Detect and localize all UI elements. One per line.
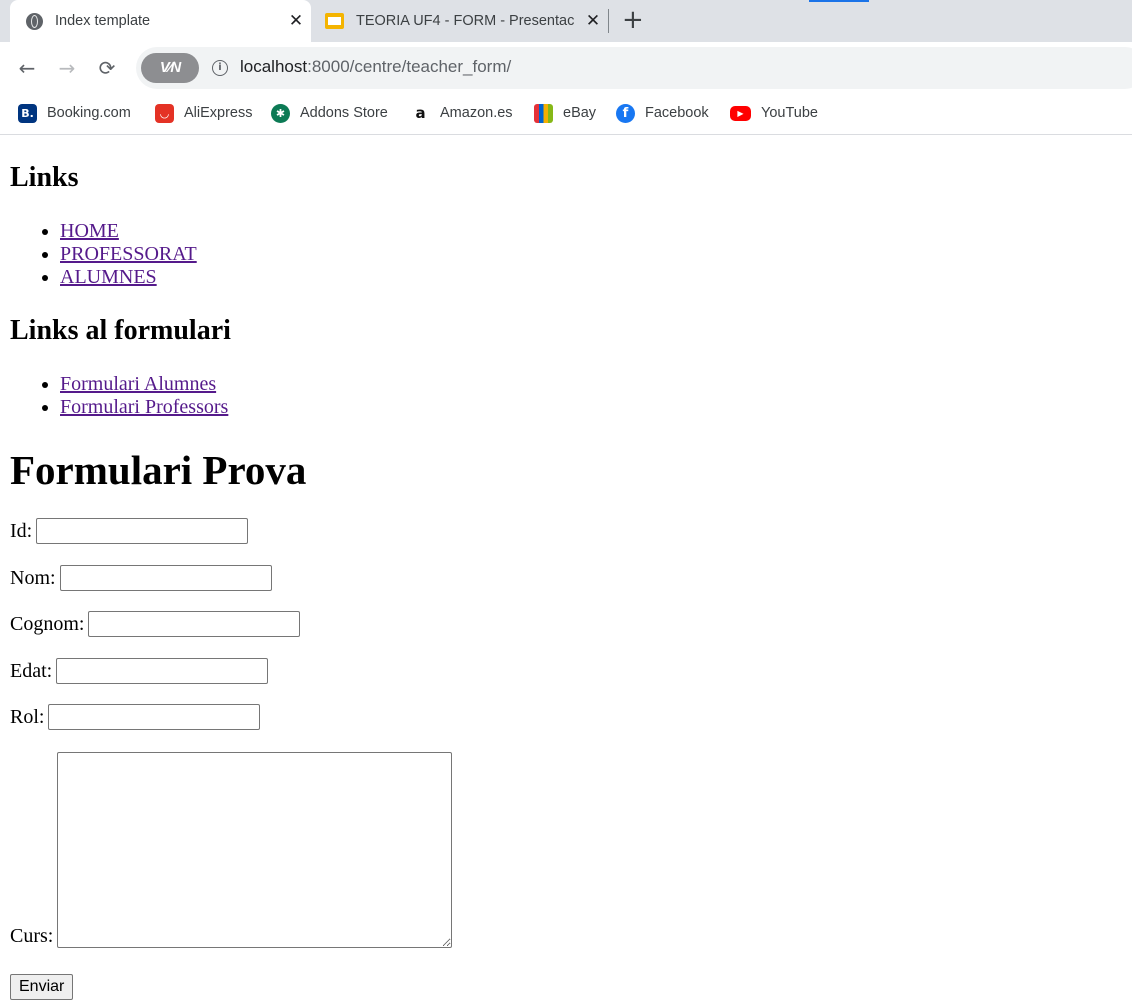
tab-separator	[608, 9, 609, 33]
list-item: ALUMNES	[60, 266, 197, 289]
url-text[interactable]: localhost:8000/centre/teacher_form/	[240, 57, 511, 77]
booking-icon: B.	[18, 103, 37, 123]
field-label: Edat:	[10, 659, 53, 682]
tab-index-template[interactable]: Index template ✕	[10, 0, 311, 42]
forward-button[interactable]: →	[53, 54, 81, 82]
links-heading: Links	[10, 162, 79, 193]
bookmark-facebook[interactable]: f Facebook	[616, 94, 709, 132]
field-cognom: Cognom:	[10, 611, 301, 637]
field-rol: Rol:	[10, 704, 261, 730]
field-label: Nom:	[10, 566, 56, 589]
tab-teoria-uf4[interactable]: TEORIA UF4 - FORM - Presentac ✕	[311, 0, 608, 42]
edat-input[interactable]	[56, 658, 269, 684]
site-info-icon[interactable]: i	[212, 60, 228, 76]
field-label: Cognom:	[10, 612, 85, 635]
link-professorat[interactable]: PROFESSORAT	[60, 243, 197, 265]
link-home[interactable]: HOME	[60, 220, 119, 242]
bookmark-label: AliExpress	[184, 105, 253, 121]
bookmark-youtube[interactable]: ▶ YouTube	[730, 94, 818, 132]
facebook-icon: f	[616, 103, 635, 123]
google-slides-icon	[325, 13, 344, 29]
url-host: localhost	[240, 57, 308, 76]
reload-button[interactable]: ⟳	[93, 54, 121, 82]
tab-strip: Index template ✕ TEORIA UF4 - FORM - Pre…	[0, 0, 1132, 42]
submit-button[interactable]: Enviar	[10, 974, 74, 1000]
amazon-icon: a	[411, 103, 430, 123]
close-tab-icon[interactable]: ✕	[578, 11, 608, 31]
bookmark-label: Facebook	[645, 105, 709, 121]
field-label: Id:	[10, 519, 33, 542]
bookmark-label: Amazon.es	[440, 105, 513, 121]
bookmark-ebay[interactable]: eBay	[534, 94, 596, 132]
back-button[interactable]: ←	[13, 54, 41, 82]
link-alumnes[interactable]: ALUMNES	[60, 266, 157, 288]
list-item: Formulari Alumnes	[60, 373, 228, 396]
ebay-icon	[534, 103, 553, 123]
url-path: :8000/centre/teacher_form/	[307, 57, 512, 76]
links-list: HOME PROFESSORAT ALUMNES	[10, 220, 197, 289]
bookmark-aliexpress[interactable]: ◡ AliExpress	[155, 94, 253, 132]
close-tab-icon[interactable]: ✕	[281, 11, 311, 31]
field-edat: Edat:	[10, 658, 269, 684]
tab-title: TEORIA UF4 - FORM - Presentac	[356, 13, 575, 29]
bookmark-label: Booking.com	[47, 105, 131, 121]
cognom-input[interactable]	[88, 611, 301, 637]
nom-input[interactable]	[59, 565, 272, 591]
bookmark-label: Addons Store	[300, 105, 388, 121]
field-nom: Nom:	[10, 565, 272, 591]
list-item: PROFESSORAT	[60, 243, 197, 266]
link-formulari-professors[interactable]: Formulari Professors	[60, 396, 228, 418]
tab-title: Index template	[55, 13, 151, 29]
curs-textarea[interactable]	[57, 752, 453, 948]
field-label: Rol:	[10, 705, 45, 728]
bookmark-label: eBay	[563, 105, 597, 121]
form-links-heading: Links al formulari	[10, 315, 231, 346]
bookmark-label: YouTube	[761, 105, 818, 121]
youtube-icon: ▶	[730, 105, 751, 121]
addons-store-icon: ✱	[271, 103, 290, 123]
bookmarks-bar: B. Booking.com ◡ AliExpress ✱ Addons Sto…	[0, 94, 1132, 135]
globe-icon	[26, 12, 43, 30]
vpn-badge[interactable]: V∕N	[141, 53, 199, 83]
list-item: Formulari Professors	[60, 396, 228, 419]
form-title: Formulari Prova	[10, 447, 307, 493]
field-label: Curs:	[10, 925, 54, 947]
form-links-list: Formulari Alumnes Formulari Professors	[10, 373, 228, 419]
bookmark-booking[interactable]: B. Booking.com	[18, 94, 131, 132]
aliexpress-icon: ◡	[155, 103, 174, 123]
field-curs: Curs:	[10, 752, 453, 948]
field-id: Id:	[10, 518, 249, 544]
address-bar[interactable]: V∕N i localhost:8000/centre/teacher_form…	[136, 47, 1132, 89]
bookmark-addons-store[interactable]: ✱ Addons Store	[271, 94, 388, 132]
bookmark-amazon[interactable]: a Amazon.es	[411, 94, 513, 132]
list-item: HOME	[60, 220, 197, 243]
id-input[interactable]	[36, 518, 249, 544]
tab-drop-indicator	[809, 0, 869, 2]
new-tab-button[interactable]: +	[622, 4, 644, 36]
link-formulari-alumnes[interactable]: Formulari Alumnes	[60, 373, 216, 395]
browser-toolbar: ← → ⟳ V∕N i localhost:8000/centre/teache…	[0, 42, 1132, 94]
rol-input[interactable]	[48, 704, 261, 730]
